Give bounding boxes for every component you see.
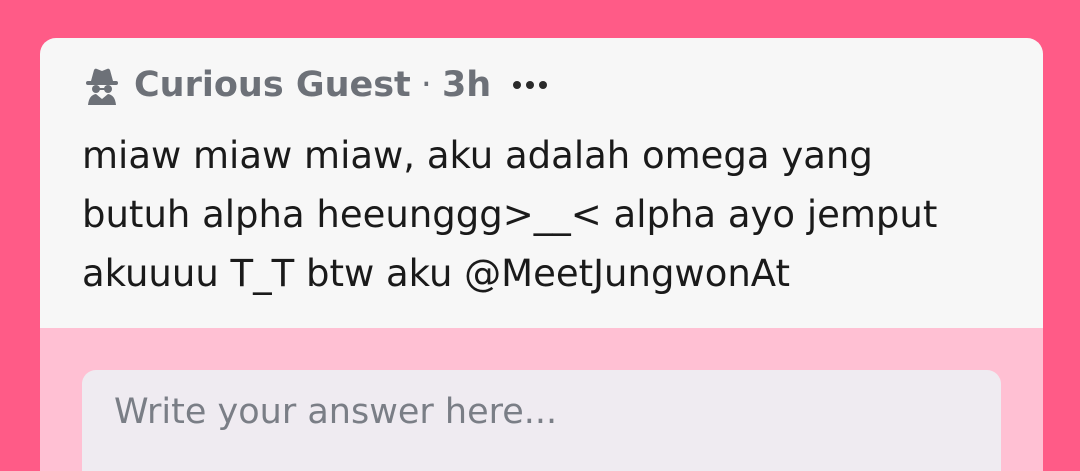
post-time: 3h <box>441 65 492 105</box>
answer-section <box>40 328 1043 471</box>
author-name: Curious Guest <box>134 65 411 105</box>
more-options-icon[interactable] <box>513 65 548 105</box>
question-text: miaw miaw miaw, aku adalah omega yang bu… <box>82 134 938 295</box>
answer-input[interactable] <box>82 370 1001 471</box>
incognito-spy-icon <box>86 68 118 105</box>
meta-separator: · <box>420 65 432 105</box>
question-header: Curious Guest · 3h <box>82 64 548 106</box>
question-card: Curious Guest · 3h miaw miaw miaw, aku a… <box>40 38 1043 471</box>
